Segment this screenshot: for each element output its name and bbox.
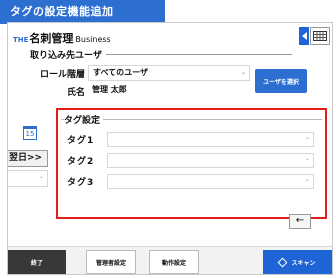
- chevron-down-icon: ⌄: [304, 155, 310, 162]
- chevron-down-icon: ⌄: [304, 176, 310, 183]
- tag-settings-title: タグ設定: [64, 113, 104, 126]
- tag-settings-panel: タグ設定 タグ1 ⌄ タグ2 ⌄ タグ3 ⌄: [56, 108, 327, 219]
- action-settings-button[interactable]: 動作設定: [149, 250, 199, 274]
- role-row: ロール階層 すべてのユーザ ⌄: [30, 65, 250, 81]
- scan-label: スキャン: [291, 259, 316, 267]
- scan-icon: [278, 257, 288, 267]
- name-value: 管理 太郎: [92, 85, 127, 94]
- admin-settings-button[interactable]: 管理者設定: [86, 250, 136, 274]
- chevron-down-icon: ⌄: [240, 69, 246, 76]
- tag-row-3: タグ3 ⌄: [67, 174, 314, 189]
- logo-sub: Business: [75, 35, 111, 44]
- role-label: ロール階層: [39, 69, 85, 80]
- top-right-controls: [299, 27, 330, 45]
- tag-3-label: タグ3: [67, 178, 95, 188]
- logo-name: 名刺管理: [29, 32, 74, 45]
- role-select-value: すべてのユーザ: [93, 68, 148, 77]
- footer-bar: 終了 管理者設定 動作設定 スキャン: [8, 246, 332, 274]
- next-day-button[interactable]: 翌日>>: [8, 150, 48, 167]
- app-logo: THE 名刺管理 Business: [13, 30, 111, 45]
- tag-2-select[interactable]: ⌄: [107, 153, 314, 168]
- calendar-icon[interactable]: 15: [23, 126, 37, 140]
- scan-button[interactable]: スキャン: [263, 250, 332, 274]
- chevron-down-icon: ⌄: [304, 134, 310, 141]
- feature-banner: タグの設定機能追加: [0, 0, 165, 24]
- back-arrow-button[interactable]: ←: [289, 214, 311, 229]
- tag-row-2: タグ2 ⌄: [67, 153, 314, 168]
- chevron-down-icon: ⌄: [38, 173, 44, 180]
- import-user-title: 取り込み先ユーザ: [30, 48, 106, 61]
- keyboard-icon[interactable]: [310, 27, 330, 45]
- logo-the: THE: [13, 36, 29, 44]
- end-button[interactable]: 終了: [8, 250, 66, 274]
- name-row: 氏名 管理 太郎: [30, 83, 250, 99]
- tag-3-select[interactable]: ⌄: [107, 174, 314, 189]
- collapse-arrow-icon[interactable]: [299, 27, 309, 45]
- tag-1-select[interactable]: ⌄: [107, 132, 314, 147]
- tag-2-label: タグ2: [67, 157, 95, 167]
- select-user-button[interactable]: ユーザを選択: [255, 69, 307, 93]
- role-select[interactable]: すべてのユーザ ⌄: [88, 65, 250, 81]
- left-select[interactable]: ⌄: [8, 170, 48, 187]
- tag-row-1: タグ1 ⌄: [67, 132, 314, 147]
- app-window: THE 名刺管理 Business 取り込み先ユーザ ロール階層 すべてのユーザ…: [7, 22, 333, 275]
- name-label: 氏名: [66, 87, 85, 98]
- name-display: 管理 太郎: [88, 83, 250, 99]
- tag-1-label: タグ1: [67, 136, 95, 146]
